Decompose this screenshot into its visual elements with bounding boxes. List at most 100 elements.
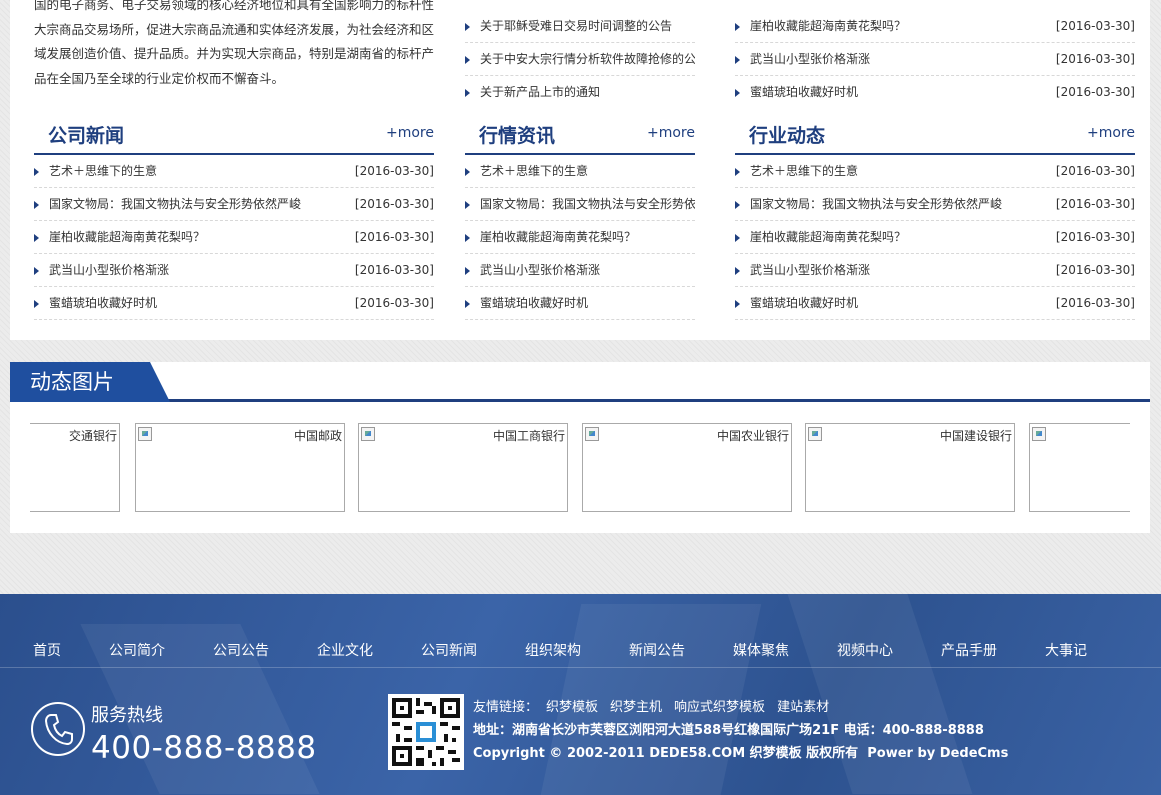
logo-card-bocom[interactable]: 交通银行 [30,423,120,512]
footer-nav-about[interactable]: 公司简介 [109,640,165,660]
list-item[interactable]: 艺术＋思维下的生意 [2016-03-30] [34,155,434,188]
list-item[interactable]: 关于新产品上市的通知 [465,76,695,109]
news-date: [2016-03-30] [1051,221,1135,253]
logo-name: 交通银行 [68,429,117,443]
friend-link-responsive-template[interactable]: 响应式织梦模板 [674,700,765,715]
list-item[interactable]: 关于中安大宗行情分析软件故障抢修的公 [465,43,695,76]
more-link[interactable]: +more [1087,125,1135,141]
news-link[interactable]: 崖柏收藏能超海南黄花梨吗？ [750,230,906,244]
logo-card-china-post[interactable]: 中国邮政 [135,423,345,512]
more-link[interactable]: +more [647,125,695,141]
bullet-arrow-icon [465,201,470,209]
bullet-arrow-icon [735,234,740,242]
list-item[interactable]: 武当山小型张价格渐涨 [2016-03-30] [735,254,1135,287]
footer-nav-announcements[interactable]: 公司公告 [213,640,269,660]
news-link[interactable]: 蜜蜡琥珀收藏好时机 [750,85,858,99]
list-item[interactable]: 武当山小型张价格渐涨 [2016-03-30] [34,254,434,287]
news-link[interactable]: 艺术＋思维下的生意 [49,164,157,178]
list-item[interactable]: 崖柏收藏能超海南黄花梨吗？ [2016-03-30] [34,221,434,254]
news-link[interactable]: 关于耶稣受难日交易时间调整的公告 [480,19,672,33]
news-link[interactable]: 关于新产品上市的通知 [480,85,600,99]
industry-news-list: 艺术＋思维下的生意 [2016-03-30] 国家文物局：我国文物执法与安全形势依… [735,155,1135,320]
list-item[interactable]: 关于耶稣受难日交易时间调整的公告 [465,10,695,43]
news-link[interactable]: 武当山小型张价格渐涨 [49,263,169,277]
footer-nav-news-notice[interactable]: 新闻公告 [629,640,685,660]
footer-nav-manual[interactable]: 产品手册 [941,640,997,660]
bullet-arrow-icon [34,234,39,242]
gallery-title: 动态图片 [10,362,170,402]
top-right-news-list: 崖柏收藏能超海南黄花梨吗？ [2016-03-30] 武当山小型张价格渐涨 [201… [735,10,1135,109]
list-item[interactable]: 国家文物局：我国文物执法与安全形势依然严峻 [2016-03-30] [735,188,1135,221]
bullet-arrow-icon [735,23,740,31]
bullet-arrow-icon [735,267,740,275]
logo-carousel[interactable]: 交通银行 中国邮政 中国工商银行 中国农业银行 中国建设银行 [30,423,1130,513]
news-link[interactable]: 国家文物局：我国文物执法与安全形势依然严峻 [49,197,301,211]
list-item[interactable]: 崖柏收藏能超海南黄花梨吗？ [2016-03-30] [735,221,1135,254]
friend-link-dede-template[interactable]: 织梦模板 [546,700,598,715]
logo-name: 中国邮政 [293,429,342,443]
list-item[interactable]: 蜜蜡琥珀收藏好时机 [2016-03-30] [735,287,1135,320]
list-item[interactable]: 蜜蜡琥珀收藏好时机 [465,287,695,320]
news-date: [2016-03-30] [1051,254,1135,286]
list-item[interactable]: 艺术＋思维下的生意 [2016-03-30] [735,155,1135,188]
powered-by: Power by DedeCms [867,746,1009,761]
list-item[interactable]: 武当山小型张价格渐涨 [2016-03-30] [735,43,1135,76]
news-link[interactable]: 崖柏收藏能超海南黄花梨吗？ [480,230,636,244]
section-title: 行业动态 [749,125,826,147]
bullet-arrow-icon [735,89,740,97]
list-item[interactable]: 国家文物局：我国文物执法与安全形势依然严峻 [2016-03-30] [34,188,434,221]
bullet-arrow-icon [34,267,39,275]
list-item[interactable]: 崖柏收藏能超海南黄花梨吗？ [2016-03-30] [735,10,1135,43]
footer-nav-company-news[interactable]: 公司新闻 [421,640,477,660]
section-title: 行情资讯 [479,125,556,147]
list-item[interactable]: 艺术＋思维下的生意 [465,155,695,188]
market-info-list: 艺术＋思维下的生意 国家文物局：我国文物执法与安全形势依 崖柏收藏能超海南黄花梨… [465,155,695,320]
industry-news-header: 行业动态 +more [735,115,1135,155]
footer-nav-video[interactable]: 视频中心 [837,640,893,660]
copyright-text: Copyright © 2002-2011 DEDE58.COM 织梦模板 版权… [473,746,859,761]
bullet-arrow-icon [735,168,740,176]
footer-nav-organization[interactable]: 组织架构 [525,640,581,660]
footer-info: 友情链接： 织梦模板 织梦主机 响应式织梦模板 建站素材 地址：湖南省长沙市芙蓉区浏阳河… [473,696,1008,765]
logo-card-next[interactable] [1029,423,1130,512]
list-item[interactable]: 崖柏收藏能超海南黄花梨吗？ [465,221,695,254]
list-item[interactable]: 国家文物局：我国文物执法与安全形势依 [465,188,695,221]
intro-text: 国的电子商务、电子交易领域的核心经济地位和具有全国影响力的标杆性大宗商品交易场所… [34,0,435,86]
logo-name: 中国农业银行 [716,429,789,443]
news-date: [2016-03-30] [350,188,434,220]
logo-name: 中国建设银行 [939,429,1012,443]
news-date: [2016-03-30] [1051,188,1135,220]
news-link[interactable]: 崖柏收藏能超海南黄花梨吗？ [750,19,906,33]
news-link[interactable]: 国家文物局：我国文物执法与安全形势依 [480,197,695,211]
news-link[interactable]: 国家文物局：我国文物执法与安全形势依然严峻 [750,197,1002,211]
footer-nav-home[interactable]: 首页 [33,640,61,660]
footer-nav-media[interactable]: 媒体聚焦 [733,640,789,660]
logo-card-abc[interactable]: 中国农业银行 [582,423,792,512]
news-link[interactable]: 艺术＋思维下的生意 [750,164,858,178]
friend-link-dede-host[interactable]: 织梦主机 [610,700,662,715]
more-link[interactable]: +more [386,125,434,141]
news-link[interactable]: 崖柏收藏能超海南黄花梨吗？ [49,230,205,244]
company-intro: 国的电子商务、电子交易领域的核心经济地位和具有全国影响力的标杆性大宗商品交易场所… [34,0,434,91]
news-link[interactable]: 艺术＋思维下的生意 [480,164,588,178]
market-info-header: 行情资讯 +more [465,115,695,155]
footer-nav-milestones[interactable]: 大事记 [1045,640,1087,660]
logo-card-ccb[interactable]: 中国建设银行 [805,423,1015,512]
list-item[interactable]: 武当山小型张价格渐涨 [465,254,695,287]
footer-nav-culture[interactable]: 企业文化 [317,640,373,660]
logo-card-icbc[interactable]: 中国工商银行 [358,423,568,512]
news-link[interactable]: 蜜蜡琥珀收藏好时机 [750,296,858,310]
news-link[interactable]: 武当山小型张价格渐涨 [750,263,870,277]
friend-link-site-material[interactable]: 建站素材 [777,700,829,715]
list-item[interactable]: 蜜蜡琥珀收藏好时机 [2016-03-30] [34,287,434,320]
news-link[interactable]: 武当山小型张价格渐涨 [480,263,600,277]
news-link[interactable]: 武当山小型张价格渐涨 [750,52,870,66]
news-link[interactable]: 蜜蜡琥珀收藏好时机 [49,296,157,310]
news-date: [2016-03-30] [1051,76,1135,109]
list-item[interactable]: 蜜蜡琥珀收藏好时机 [2016-03-30] [735,76,1135,109]
bullet-arrow-icon [735,201,740,209]
news-link[interactable]: 关于中安大宗行情分析软件故障抢修的公 [480,52,695,66]
news-link[interactable]: 蜜蜡琥珀收藏好时机 [480,296,588,310]
footer-address: 地址：湖南省长沙市芙蓉区浏阳河大道588号红橡国际广场21F 电话：400-88… [473,723,984,738]
bullet-arrow-icon [465,89,470,97]
